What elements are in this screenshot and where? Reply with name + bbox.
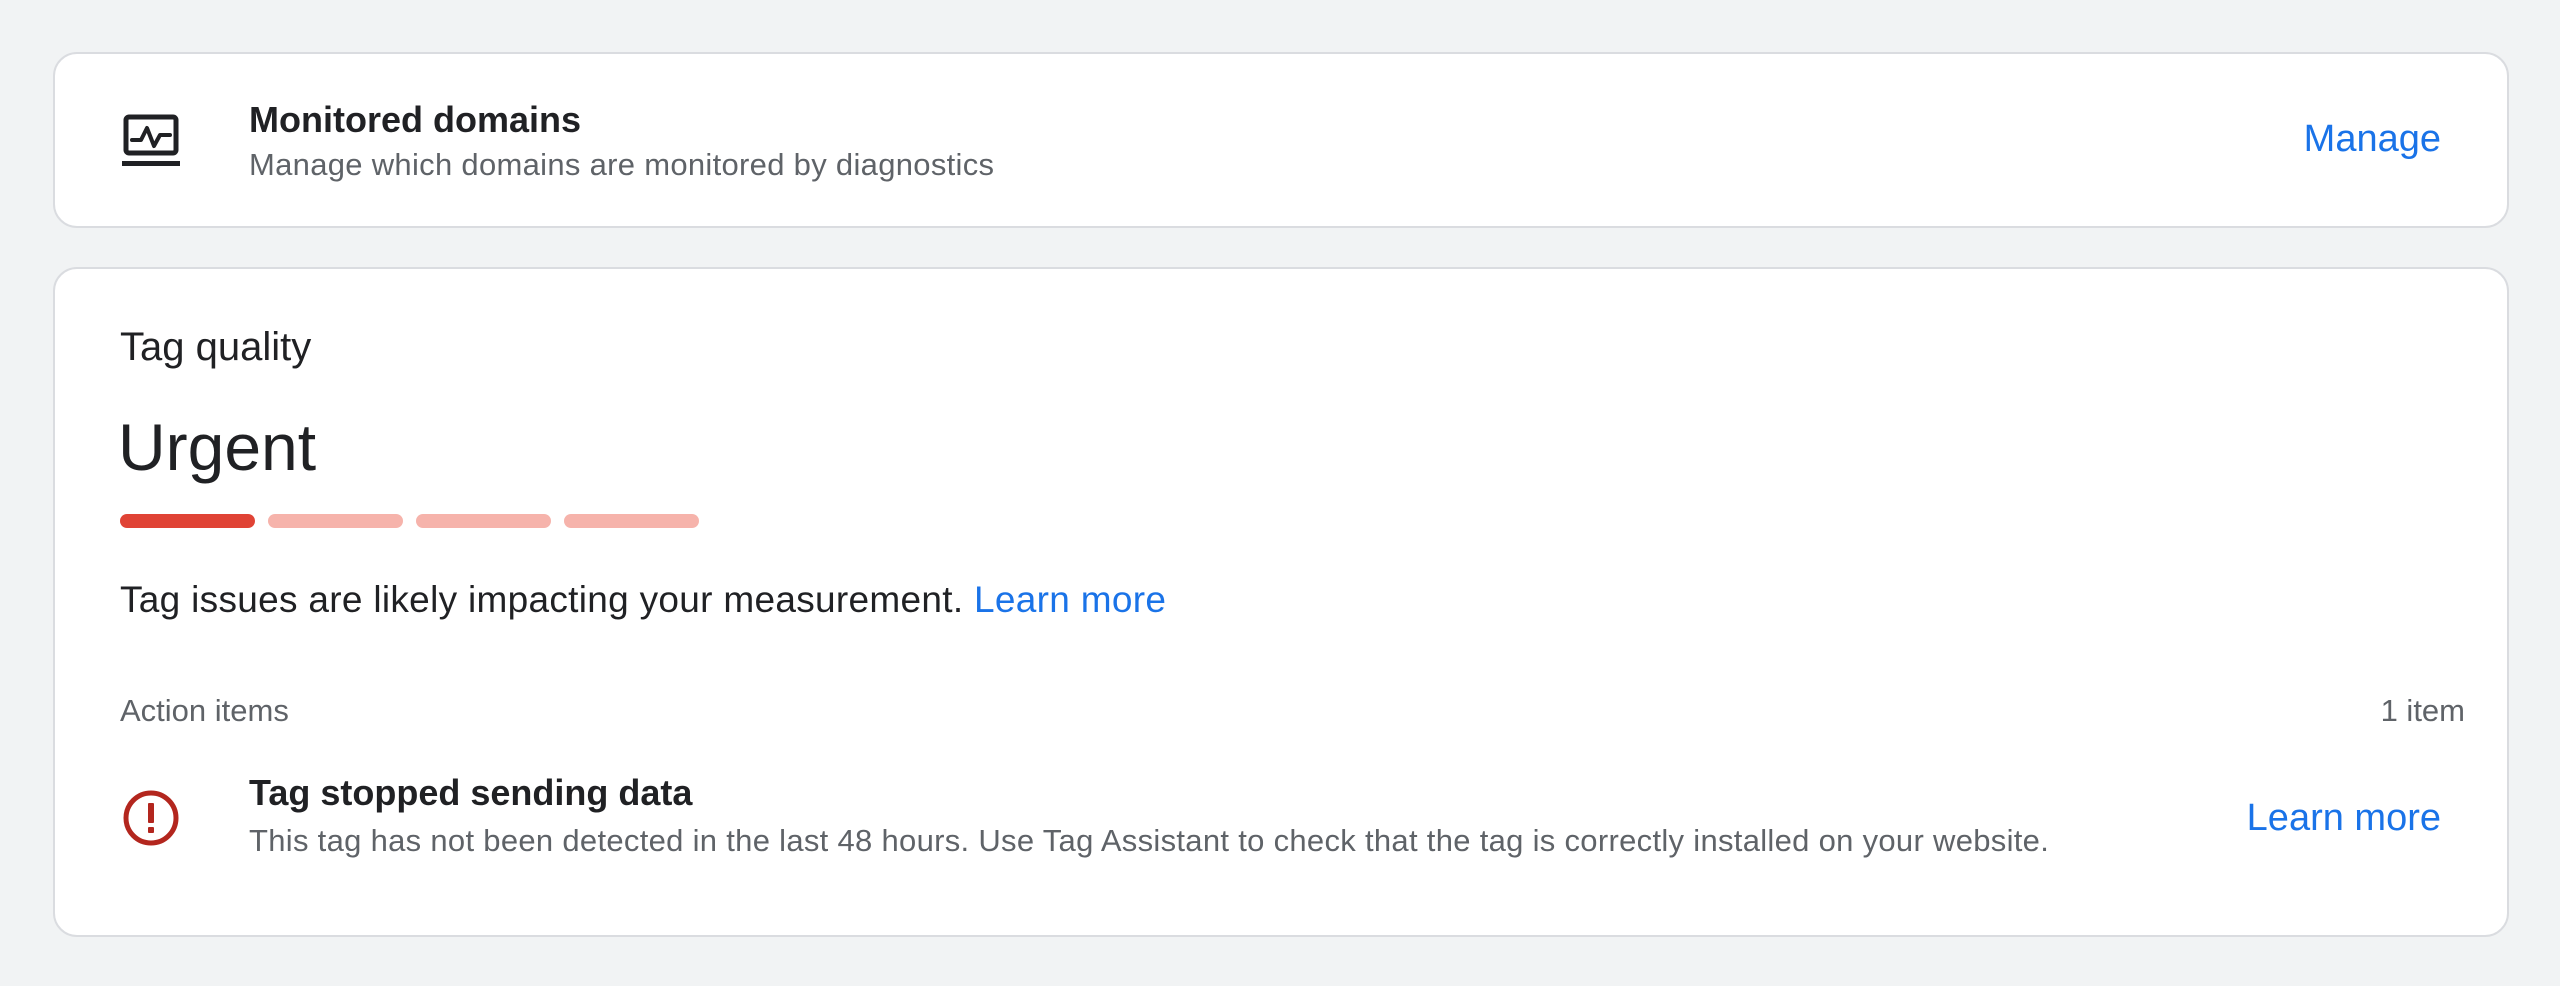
- impact-message: Tag issues are likely impacting your mea…: [120, 579, 1166, 621]
- action-item-title: Tag stopped sending data: [249, 772, 693, 813]
- monitored-domains-subtitle: Manage which domains are monitored by di…: [249, 147, 995, 182]
- tag-quality-label: Tag quality: [120, 325, 312, 369]
- action-items-count: 1 item: [2380, 693, 2465, 728]
- error-icon: [123, 790, 179, 846]
- meter-segment: [564, 514, 699, 528]
- meter-segment: [416, 514, 551, 528]
- action-item-description: This tag has not been detected in the la…: [249, 823, 2050, 858]
- meter-segment: [120, 514, 255, 528]
- meter-segment: [268, 514, 403, 528]
- monitored-domains-title: Monitored domains: [249, 99, 581, 140]
- action-items-label: Action items: [120, 693, 289, 728]
- tag-quality-status: Urgent: [118, 410, 317, 484]
- monitoring-icon: [122, 114, 180, 166]
- page: Monitored domains Manage which domains a…: [0, 0, 2560, 986]
- monitored-domains-card: Monitored domains Manage which domains a…: [53, 52, 2509, 228]
- impact-message-text: Tag issues are likely impacting your mea…: [120, 579, 964, 620]
- impact-learn-more-link[interactable]: Learn more: [974, 579, 1166, 620]
- action-item-learn-more-button[interactable]: Learn more: [2247, 797, 2441, 840]
- quality-meter: [120, 514, 699, 528]
- tag-quality-card: Tag quality Urgent Tag issues are likely…: [53, 267, 2509, 937]
- manage-button[interactable]: Manage: [2304, 118, 2441, 161]
